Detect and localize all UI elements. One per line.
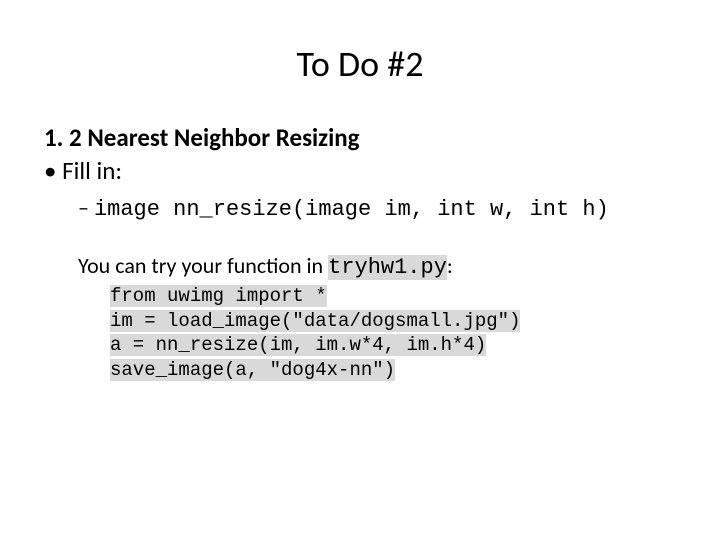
code-line-3: a = nn_resize(im, im.w*4, im.h*4): [110, 334, 486, 356]
code-line-2: im = load_image("data/dogsmall.jpg"): [110, 310, 520, 332]
try-suffix: :: [447, 252, 453, 279]
try-line: You can try your function in tryhw1.py:: [78, 252, 676, 280]
code-block: from uwimg import * im = load_image("dat…: [110, 284, 676, 383]
function-signature: image nn_resize(image im, int w, int h): [94, 197, 609, 222]
slide-body: 1. 2 Nearest Neighbor Resizing Fill in: …: [0, 122, 720, 383]
slide-title: To Do #2: [0, 42, 720, 86]
try-filename: tryhw1.py: [328, 255, 447, 280]
section-heading: 1. 2 Nearest Neighbor Resizing: [44, 122, 676, 153]
code-line-4: save_image(a, "dog4x-nn"): [110, 359, 395, 381]
bullet-fill-in: Fill in:: [44, 155, 676, 188]
code-line-1: from uwimg import *: [110, 285, 327, 307]
try-prefix: You can try your function in: [78, 252, 328, 279]
slide: To Do #2 1. 2 Nearest Neighbor Resizing …: [0, 42, 720, 540]
dash-bullet: [78, 194, 94, 221]
function-signature-line: image nn_resize(image im, int w, int h): [78, 194, 676, 222]
